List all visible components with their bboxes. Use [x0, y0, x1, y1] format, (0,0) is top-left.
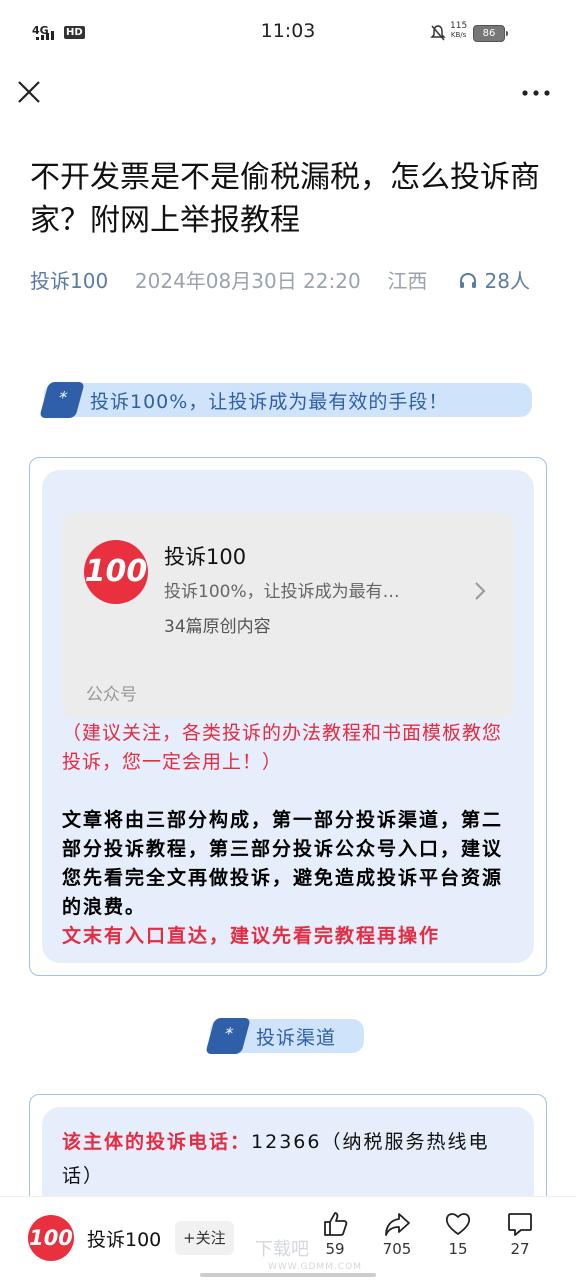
mute-icon — [430, 24, 446, 46]
more-icon — [522, 90, 550, 96]
location: 江西 — [387, 269, 428, 293]
account-logo: 100 — [84, 540, 148, 604]
headphones-icon — [460, 272, 477, 288]
article-title: 不开发票是不是偷税漏税，怎么投诉商家？附网上举报教程 — [30, 160, 540, 238]
slogan-banner: * 投诉100%，让投诉成为最有效的手段！ — [39, 382, 532, 418]
listen-button[interactable]: 28人 — [458, 269, 530, 293]
heart-icon — [445, 1213, 471, 1235]
author-name[interactable]: 投诉100 — [87, 1225, 161, 1252]
share-icon — [385, 1213, 410, 1236]
complaint-phone: 该主体的投诉电话：12366（纳税服务热线电话） — [62, 1125, 518, 1193]
author-avatar[interactable]: 100 — [28, 1215, 74, 1261]
watermark-url: WWW.GDMM.COM — [268, 1262, 362, 1272]
more-options-button[interactable] — [521, 78, 551, 103]
phone-label: 该主体的投诉电话： — [62, 1131, 252, 1153]
comment-button[interactable]: 27 — [490, 1210, 550, 1258]
comment-icon — [508, 1213, 532, 1236]
close-button[interactable] — [16, 76, 44, 108]
comment-count: 27 — [510, 1240, 530, 1258]
account-article-count: 34篇原创内容 — [164, 617, 271, 637]
official-account-card[interactable]: 100 投诉100 投诉100%，让投诉成为最有… 34篇原创内容 公众号 — [62, 513, 514, 718]
author-link[interactable]: 投诉100 — [30, 269, 108, 293]
watermark-logo: 下载吧 — [255, 1239, 309, 1260]
listener-count: 28人 — [484, 269, 530, 293]
banner-text: 投诉100%，让投诉成为最有效的手段！ — [90, 391, 449, 413]
account-description: 投诉100%，让投诉成为最有… — [164, 582, 400, 602]
favorite-button[interactable]: 15 — [428, 1210, 488, 1258]
net-speed: 115 KB/s — [450, 21, 468, 40]
battery-icon: 86 — [473, 25, 508, 42]
banner-tag: * — [205, 1018, 251, 1054]
article-meta: 投诉100 2024年08月30日 22:20 江西 28人 — [30, 265, 530, 294]
like-count: 59 — [325, 1240, 345, 1258]
status-bar: 4G HD 11:03 115 KB/s 86 — [0, 0, 576, 64]
like-button[interactable]: 59 — [305, 1210, 365, 1258]
home-indicator[interactable] — [200, 1273, 376, 1277]
account-type: 公众号 — [86, 685, 137, 705]
entry-tip: 文末有入口直达，建议先看完教程再操作 — [62, 925, 441, 947]
share-count: 705 — [382, 1240, 412, 1258]
publish-datetime: 2024年08月30日 22:20 — [134, 269, 361, 293]
follow-suggestion: （建议关注，各类投诉的办法教程和书面模板教您投诉，您一定会用上！） — [62, 722, 503, 773]
article-structure-note: 文章将由三部分构成，第一部分投诉渠道，第二部分投诉教程，第三部分投诉公众号入口，… — [62, 809, 504, 918]
close-icon — [18, 81, 40, 103]
thumbs-up-icon — [324, 1212, 348, 1236]
share-button[interactable]: 705 — [367, 1210, 427, 1258]
favorite-count: 15 — [448, 1240, 468, 1258]
section-banner-channels: * 投诉渠道 — [205, 1018, 364, 1054]
follow-button[interactable]: +关注 — [175, 1221, 234, 1255]
chevron-right-icon — [474, 581, 486, 607]
banner-tag: * — [39, 382, 85, 418]
account-name: 投诉100 — [164, 545, 247, 569]
section-title: 投诉渠道 — [256, 1027, 337, 1049]
